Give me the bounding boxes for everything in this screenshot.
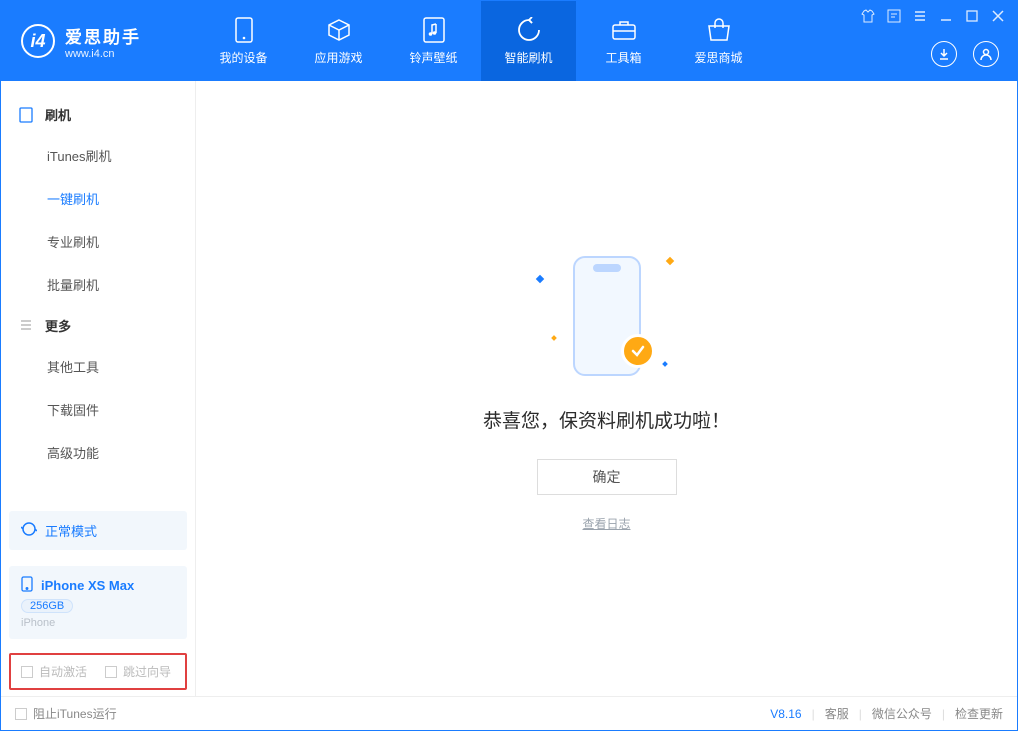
menu-icon[interactable] xyxy=(913,9,927,23)
checkbox-icon xyxy=(15,708,27,720)
tab-my-device[interactable]: 我的设备 xyxy=(196,1,291,81)
sidebar-group-flash: 刷机 xyxy=(1,95,195,134)
sidebar-item-download-firmware[interactable]: 下载固件 xyxy=(1,388,195,431)
toolbox-icon xyxy=(611,17,637,43)
tab-toolbox[interactable]: 工具箱 xyxy=(576,1,671,81)
device-icon xyxy=(19,107,35,123)
footer-link-wechat[interactable]: 微信公众号 xyxy=(872,705,932,722)
status-bar: 阻止iTunes运行 V8.16 | 客服 | 微信公众号 | 检查更新 xyxy=(1,696,1017,730)
app-subtitle: www.i4.cn xyxy=(65,48,141,60)
cube-icon xyxy=(326,17,352,43)
version-label: V8.16 xyxy=(770,707,801,721)
flash-options-row: 自动激活 跳过向导 xyxy=(9,653,187,690)
footer-link-support[interactable]: 客服 xyxy=(825,705,849,722)
header-badges xyxy=(931,41,999,67)
footer-link-update[interactable]: 检查更新 xyxy=(955,705,1003,722)
device-mode-label: 正常模式 xyxy=(45,521,97,540)
shirt-icon[interactable] xyxy=(861,9,875,23)
music-icon xyxy=(421,17,447,43)
app-header: i4 爱思助手 www.i4.cn 我的设备 应用游戏 铃声壁纸 智能刷机 工具… xyxy=(1,1,1017,81)
sidebar-item-other-tools[interactable]: 其他工具 xyxy=(1,345,195,388)
sidebar-item-itunes-flash[interactable]: iTunes刷机 xyxy=(1,134,195,177)
app-title: 爱思助手 xyxy=(65,23,141,48)
window-controls xyxy=(861,9,1005,23)
checkbox-icon xyxy=(105,666,117,678)
list-icon xyxy=(19,318,35,334)
checkbox-skip-guide[interactable]: 跳过向导 xyxy=(105,663,171,680)
sidebar-item-advanced[interactable]: 高级功能 xyxy=(1,431,195,474)
sidebar: 刷机 iTunes刷机 一键刷机 专业刷机 批量刷机 更多 其他工具 下载固件 … xyxy=(1,81,196,696)
checkbox-block-itunes[interactable]: 阻止iTunes运行 xyxy=(15,705,117,722)
device-type: iPhone xyxy=(21,617,175,629)
nav-tabs: 我的设备 应用游戏 铃声壁纸 智能刷机 工具箱 爱思商城 xyxy=(196,1,766,81)
sync-icon xyxy=(21,521,37,540)
refresh-icon xyxy=(516,17,542,43)
minimize-icon[interactable] xyxy=(939,9,953,23)
checkbox-auto-activate[interactable]: 自动激活 xyxy=(21,663,87,680)
checkbox-icon xyxy=(21,666,33,678)
check-icon xyxy=(621,334,655,368)
sidebar-item-batch-flash[interactable]: 批量刷机 xyxy=(1,263,195,306)
phone-small-icon xyxy=(21,576,33,595)
main-content: 恭喜您，保资料刷机成功啦！ 确定 查看日志 xyxy=(196,81,1017,696)
device-name: iPhone XS Max xyxy=(41,578,134,593)
store-icon xyxy=(706,17,732,43)
user-icon[interactable] xyxy=(973,41,999,67)
device-info-card[interactable]: iPhone XS Max 256GB iPhone xyxy=(9,566,187,639)
tab-apps-games[interactable]: 应用游戏 xyxy=(291,1,386,81)
tab-store[interactable]: 爱思商城 xyxy=(671,1,766,81)
ok-button[interactable]: 确定 xyxy=(537,459,677,495)
view-log-link[interactable]: 查看日志 xyxy=(582,515,630,532)
success-message: 恭喜您，保资料刷机成功啦！ xyxy=(483,406,730,433)
sidebar-item-one-click-flash[interactable]: 一键刷机 xyxy=(1,177,195,220)
sidebar-item-pro-flash[interactable]: 专业刷机 xyxy=(1,220,195,263)
device-mode-card[interactable]: 正常模式 xyxy=(9,511,187,550)
device-capacity: 256GB xyxy=(21,599,73,613)
maximize-icon[interactable] xyxy=(965,9,979,23)
feedback-icon[interactable] xyxy=(887,9,901,23)
sidebar-group-more: 更多 xyxy=(1,306,195,345)
tab-ringtone-wallpaper[interactable]: 铃声壁纸 xyxy=(386,1,481,81)
close-icon[interactable] xyxy=(991,9,1005,23)
tab-smart-flash[interactable]: 智能刷机 xyxy=(481,1,576,81)
phone-icon xyxy=(231,17,257,43)
logo-icon: i4 xyxy=(21,24,55,58)
download-icon[interactable] xyxy=(931,41,957,67)
success-illustration xyxy=(497,246,717,386)
logo-area: i4 爱思助手 www.i4.cn xyxy=(1,23,196,60)
